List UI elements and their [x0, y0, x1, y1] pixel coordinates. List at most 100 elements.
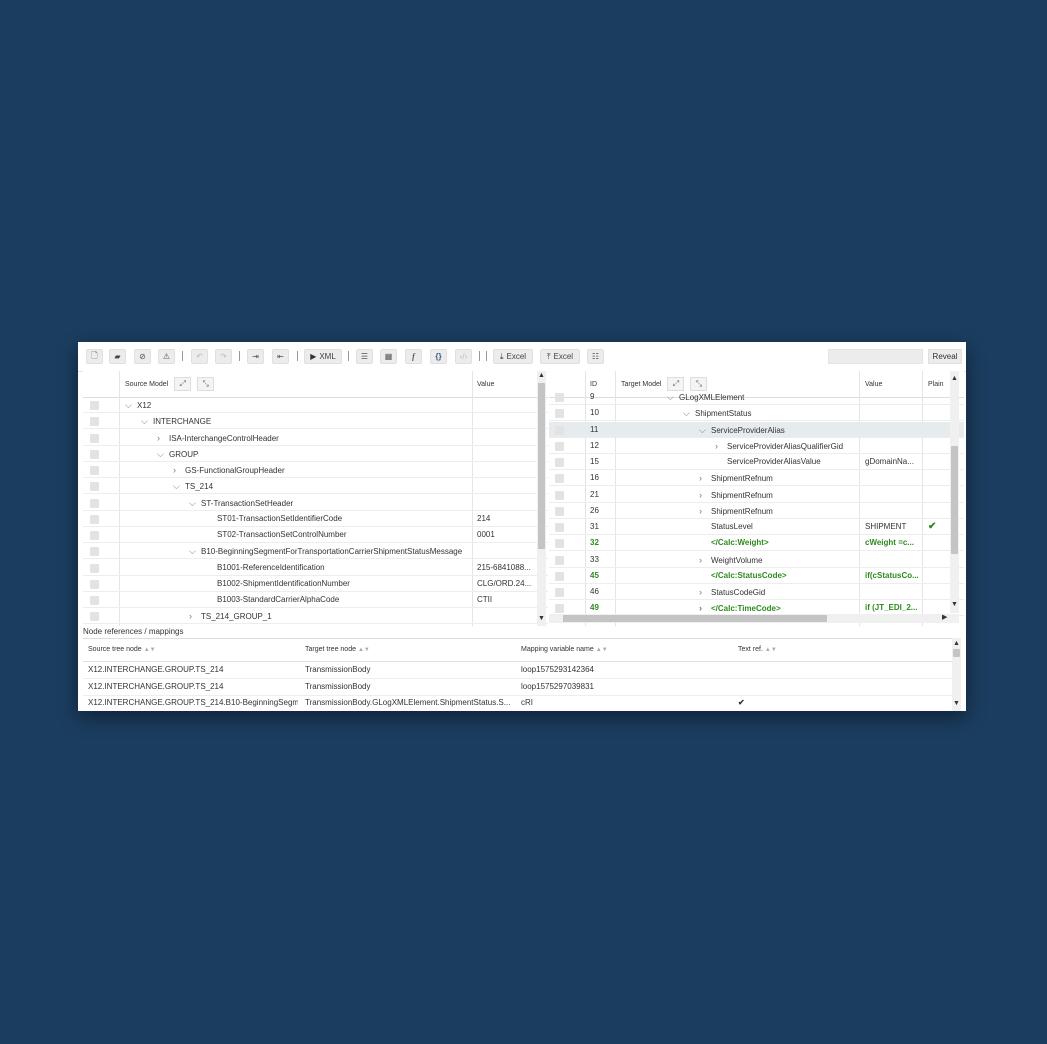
row-checkbox[interactable]: [555, 441, 564, 451]
source-node-value[interactable]: [477, 543, 535, 559]
source-node-label[interactable]: › GS-FunctionalGroupHeader: [173, 462, 470, 478]
row-checkbox[interactable]: [90, 514, 99, 524]
target-tree-row[interactable]: 46 › StatusCodeGid: [549, 584, 964, 600]
target-node-label[interactable]: › WeightVolume: [699, 552, 857, 568]
target-node-label[interactable]: ⌵ ServiceProviderAlias: [699, 422, 857, 438]
chevron-right-icon[interactable]: ›: [189, 608, 198, 624]
reveal-button[interactable]: Reveal: [928, 349, 962, 364]
source-node-label[interactable]: ⌵ GROUP: [157, 446, 470, 462]
source-node-value[interactable]: [477, 608, 535, 624]
source-node-label[interactable]: ST01-TransactionSetIdentifierCode: [205, 511, 470, 527]
chevron-right-icon[interactable]: ›: [699, 503, 708, 519]
chevron-right-icon[interactable]: ›: [715, 438, 724, 454]
source-node-label[interactable]: ⌵ INTERCHANGE: [141, 413, 470, 429]
scroll-up-icon[interactable]: ▲: [953, 640, 960, 648]
row-checkbox[interactable]: [555, 490, 564, 500]
code-button[interactable]: ‹/›: [455, 349, 472, 364]
target-tree-row[interactable]: 12 › ServiceProviderAliasQualifierGid: [549, 438, 964, 454]
source-tree-row[interactable]: › GS-FunctionalGroupHeader: [83, 462, 548, 478]
column-target-tree-node[interactable]: Target tree node ▲▼: [305, 639, 370, 661]
source-node-value[interactable]: 0001: [477, 527, 535, 543]
target-tree-row[interactable]: 31 StatusLevel SHIPMENT ✔: [549, 519, 964, 535]
chevron-right-icon[interactable]: ›: [699, 552, 708, 568]
row-checkbox[interactable]: [555, 555, 564, 565]
target-vertical-scrollbar[interactable]: ▲ ▼: [950, 371, 959, 613]
scroll-thumb[interactable]: [538, 383, 545, 549]
row-checkbox[interactable]: [555, 523, 564, 532]
target-node-value[interactable]: cWeight =c...: [865, 535, 920, 551]
row-checkbox[interactable]: [90, 547, 99, 557]
target-node-value[interactable]: [865, 487, 920, 503]
row-checkbox[interactable]: [555, 539, 564, 549]
row-checkbox[interactable]: [90, 531, 99, 540]
row-checkbox[interactable]: [555, 425, 564, 435]
target-tree-row[interactable]: 11 ⌵ ServiceProviderAlias: [549, 421, 964, 438]
source-node-label[interactable]: B1003-StandardCarrierAlphaCode: [205, 592, 470, 608]
source-node-label[interactable]: B1002-ShipmentIdentificationNumber: [205, 576, 470, 592]
row-checkbox[interactable]: [555, 571, 564, 581]
open-folder-button[interactable]: ▰: [109, 349, 126, 364]
function-button[interactable]: f: [405, 349, 422, 364]
chevron-down-icon[interactable]: ⌵: [699, 422, 708, 438]
target-tree-row[interactable]: 32 </Calc:Weight> cWeight =c...: [549, 535, 964, 552]
target-node-label[interactable]: ⌵ ShipmentStatus: [683, 405, 857, 421]
row-checkbox[interactable]: [90, 401, 99, 410]
target-node-label[interactable]: </Calc:StatusCode>: [699, 568, 857, 584]
source-node-value[interactable]: [477, 397, 535, 413]
target-tree-row[interactable]: 21 › ShipmentRefnum: [549, 487, 964, 503]
chevron-down-icon[interactable]: ⌵: [125, 397, 134, 413]
row-checkbox[interactable]: [555, 588, 564, 597]
row-checkbox[interactable]: [555, 458, 564, 467]
collapse-all-button[interactable]: ⤡: [197, 377, 215, 391]
target-tree-row[interactable]: 9 ⌵ GLogXMLElement: [549, 389, 964, 405]
table-view-button[interactable]: ▦: [380, 349, 397, 364]
scroll-up-icon[interactable]: ▲: [538, 372, 545, 380]
source-node-value[interactable]: [477, 446, 535, 462]
row-checkbox[interactable]: [90, 449, 99, 459]
source-node-label[interactable]: › ISA-InterchangeControlHeader: [157, 430, 470, 446]
chevron-down-icon[interactable]: ⌵: [173, 478, 182, 494]
globe-button[interactable]: ⊘: [134, 349, 151, 364]
row-checkbox[interactable]: [90, 563, 99, 573]
scroll-right-icon[interactable]: ▶: [942, 614, 947, 622]
target-node-value[interactable]: if(cStatusCo...: [865, 568, 920, 584]
table-row[interactable]: X12.INTERCHANGE.GROUP.TS_214.B10-Beginni…: [83, 695, 953, 711]
row-checkbox[interactable]: [90, 498, 99, 508]
target-node-value[interactable]: [865, 438, 920, 454]
target-node-value[interactable]: [865, 503, 920, 519]
target-node-label[interactable]: › ShipmentRefnum: [699, 487, 857, 503]
undo-button[interactable]: ↶: [191, 349, 208, 364]
source-tree-row[interactable]: › TS_214_GROUP_1: [83, 608, 548, 625]
source-node-value[interactable]: [477, 413, 535, 429]
scroll-down-icon[interactable]: ▼: [953, 700, 960, 708]
target-tree-row[interactable]: 33 › WeightVolume: [549, 552, 964, 568]
row-checkbox[interactable]: [90, 579, 99, 589]
row-checkbox[interactable]: [555, 393, 564, 402]
table-row[interactable]: X12.INTERCHANGE.GROUP.TS_214 Transmission…: [83, 662, 953, 679]
target-node-label[interactable]: › ShipmentRefnum: [699, 503, 857, 519]
source-node-value[interactable]: [477, 478, 535, 494]
row-checkbox[interactable]: [90, 466, 99, 475]
list-view-button[interactable]: ☰: [356, 349, 373, 364]
target-node-value[interactable]: [865, 470, 920, 486]
row-checkbox[interactable]: [555, 604, 564, 614]
export-button[interactable]: ⇤: [272, 349, 289, 364]
source-vertical-scrollbar[interactable]: ▲ ▼: [537, 371, 546, 626]
source-tree-row[interactable]: B1001-ReferenceIdentification 215-6841088…: [83, 560, 548, 576]
chevron-right-icon[interactable]: ›: [699, 487, 708, 503]
import-button[interactable]: ⇥: [247, 349, 264, 364]
row-checkbox[interactable]: [90, 482, 99, 492]
source-node-value[interactable]: 215-6841088...: [477, 560, 535, 576]
source-tree-row[interactable]: ⌵ ST-TransactionSetHeader: [83, 495, 548, 511]
source-tree-row[interactable]: ⌵ TS_214: [83, 478, 548, 495]
chevron-down-icon[interactable]: ⌵: [683, 405, 692, 421]
scroll-thumb[interactable]: [563, 615, 827, 622]
column-mapping-variable-name[interactable]: Mapping variable name ▲▼: [521, 639, 608, 661]
chevron-down-icon[interactable]: ⌵: [189, 495, 198, 511]
target-node-label[interactable]: ServiceProviderAliasValue: [715, 454, 857, 470]
source-node-value[interactable]: [477, 462, 535, 478]
target-node-label[interactable]: </Calc:Weight>: [699, 535, 857, 551]
target-tree-row[interactable]: 45 </Calc:StatusCode> if(cStatusCo...: [549, 568, 964, 584]
scroll-up-icon[interactable]: ▲: [951, 375, 958, 383]
source-node-label[interactable]: › TS_214_GROUP_1: [189, 608, 470, 624]
